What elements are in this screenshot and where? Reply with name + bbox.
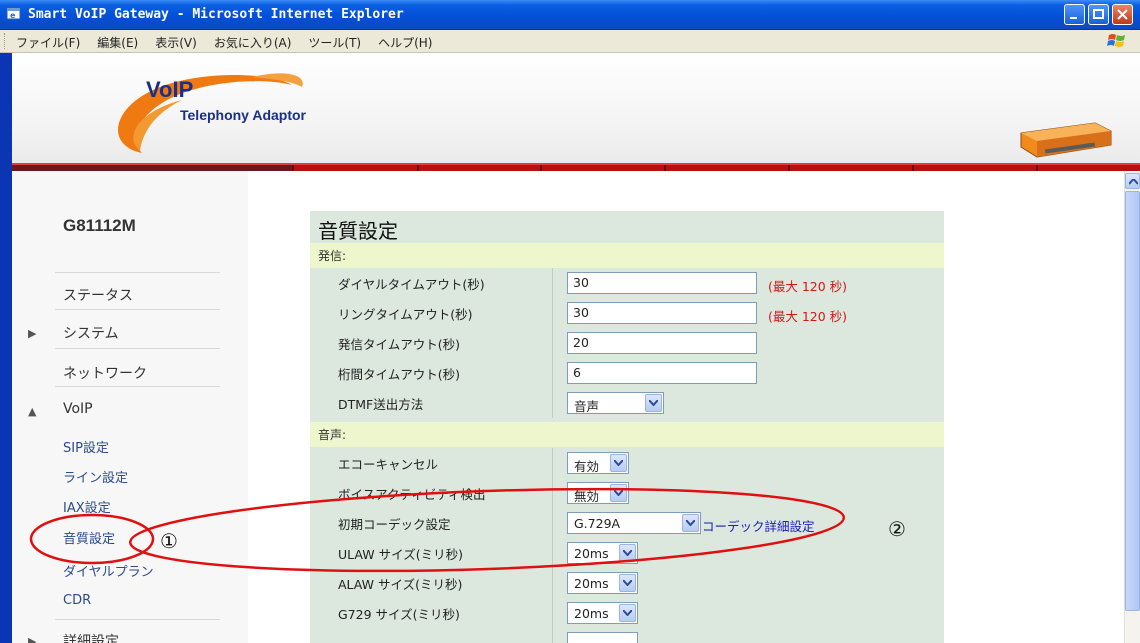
menu-bar: ファイル(F) 編集(E) 表示(V) お気に入り(A) ツール(T) ヘルプ(… xyxy=(0,30,1140,53)
expand-arrow-icon: ▶ xyxy=(28,635,37,643)
collapse-arrow-icon: ▲ xyxy=(28,405,37,418)
logo-title: VoIP xyxy=(146,77,194,102)
close-icon xyxy=(1117,9,1128,20)
default-codec-label: 初期コーデック設定 xyxy=(338,517,451,532)
menu-file[interactable]: ファイル(F) xyxy=(16,34,80,51)
minimize-button[interactable] xyxy=(1064,4,1085,25)
window-title: Smart VoIP Gateway - Microsoft Internet … xyxy=(28,7,404,22)
chevron-down-icon[interactable] xyxy=(610,454,627,472)
sidebar-subitem-iax[interactable]: IAX設定 xyxy=(63,497,111,516)
setting-row: DTMF送出方法 音声 xyxy=(310,388,944,418)
title-bar[interactable]: e Smart VoIP Gateway - Microsoft Interne… xyxy=(0,0,1140,30)
ring-timeout-input[interactable]: 30 xyxy=(567,302,757,324)
menu-edit[interactable]: 編集(E) xyxy=(97,34,138,51)
logo-subtitle: Telephony Adaptor xyxy=(180,107,306,123)
setting-row: ULAW サイズ(ミリ秒) 20ms xyxy=(310,538,944,568)
annotation-marker-1: ① xyxy=(160,529,178,553)
ulaw-size-select[interactable]: 20ms xyxy=(567,542,638,564)
setting-row xyxy=(310,628,944,643)
scroll-up-button[interactable] xyxy=(1125,173,1140,189)
chevron-down-icon[interactable] xyxy=(619,604,636,622)
sidebar-subitem-line[interactable]: ライン設定 xyxy=(63,467,128,486)
alaw-size-label: ALAW サイズ(ミリ秒) xyxy=(338,577,463,592)
codec-detail-link[interactable]: コーデック詳細設定 xyxy=(702,516,815,535)
maximize-button[interactable] xyxy=(1088,4,1109,25)
max-note: (最大 120 秒) xyxy=(768,279,848,294)
menu-help[interactable]: ヘルプ(H) xyxy=(378,34,432,51)
setting-row: 発信タイムアウト(秒) 20 xyxy=(310,328,944,358)
echo-cancel-label: エコーキャンセル xyxy=(338,457,439,472)
voip-logo: VoIP Telephony Adaptor xyxy=(102,55,362,165)
ulaw-size-label: ULAW サイズ(ミリ秒) xyxy=(338,547,463,562)
dtmf-label: DTMF送出方法 xyxy=(338,397,424,412)
dial-timeout-label: ダイヤルタイムアウト(秒) xyxy=(338,277,485,292)
windows-flag-icon xyxy=(1107,34,1125,47)
default-codec-select[interactable]: G.729A xyxy=(567,512,701,534)
annotation-marker-2: ② xyxy=(888,517,906,541)
menu-favorites[interactable]: お気に入り(A) xyxy=(214,34,292,51)
sidebar-item-system[interactable]: システム xyxy=(63,323,119,343)
max-note: (最大 120 秒) xyxy=(768,309,848,324)
dtmf-select[interactable]: 音声 xyxy=(567,392,664,414)
ring-timeout-label: リングタイムアウト(秒) xyxy=(338,307,473,322)
setting-row: ALAW サイズ(ミリ秒) 20ms xyxy=(310,568,944,598)
chevron-down-icon[interactable] xyxy=(619,574,636,592)
close-button[interactable] xyxy=(1112,4,1133,25)
sidebar-item-status[interactable]: ステータス xyxy=(63,285,133,305)
setting-row: エコーキャンセル 有効 xyxy=(310,448,944,478)
sidebar: G81112M ステータス ▶ システム ネットワーク ▲ VoIP SIP設定… xyxy=(12,171,248,643)
sidebar-subitem-cdr[interactable]: CDR xyxy=(63,593,91,608)
dial-timeout-input[interactable]: 30 xyxy=(567,272,757,294)
scroll-thumb[interactable] xyxy=(1125,191,1140,611)
menu-strip xyxy=(12,163,1140,171)
vertical-scrollbar[interactable] xyxy=(1124,171,1140,643)
g729-size-label: G729 サイズ(ミリ秒) xyxy=(338,607,460,622)
sidebar-item-network[interactable]: ネットワーク xyxy=(63,363,147,383)
section-header-voice: 音声: xyxy=(310,422,944,447)
alaw-size-select[interactable]: 20ms xyxy=(567,572,638,594)
svg-text:e: e xyxy=(10,11,16,20)
section-header-outgoing: 発信: xyxy=(310,243,944,268)
minimize-icon xyxy=(1070,17,1077,19)
setting-row: 桁間タイムアウト(秒) 6 xyxy=(310,358,944,388)
partial-select[interactable] xyxy=(567,632,638,643)
header-banner: VoIP Telephony Adaptor xyxy=(0,53,1140,171)
main-area: G81112M ステータス ▶ システム ネットワーク ▲ VoIP SIP設定… xyxy=(0,171,1124,643)
toolbar-grip[interactable] xyxy=(4,33,8,49)
chevron-up-icon xyxy=(1129,179,1138,185)
setting-row: 初期コーデック設定 G.729A コーデック詳細設定 xyxy=(310,508,944,538)
sidebar-subitem-sip[interactable]: SIP設定 xyxy=(63,437,109,456)
menu-view[interactable]: 表示(V) xyxy=(155,34,197,51)
page-title: 音質設定 xyxy=(318,219,398,243)
setting-row: G729 サイズ(ミリ秒) 20ms xyxy=(310,598,944,628)
chevron-down-icon[interactable] xyxy=(682,514,699,532)
chevron-down-icon[interactable] xyxy=(645,394,662,412)
interdigit-timeout-input[interactable]: 6 xyxy=(567,362,757,384)
g729-size-select[interactable]: 20ms xyxy=(567,602,638,624)
sidebar-item-voip[interactable]: VoIP xyxy=(63,401,93,417)
setting-row: リングタイムアウト(秒) 30 (最大 120 秒) xyxy=(310,298,944,328)
sidebar-subitem-dialplan[interactable]: ダイヤルプラン xyxy=(63,561,154,580)
sidebar-subitem-voice-quality[interactable]: 音質設定 xyxy=(63,528,115,547)
chevron-down-icon[interactable] xyxy=(610,484,627,502)
sidebar-item-advanced[interactable]: 詳細設定 xyxy=(63,631,119,643)
router-device-icon xyxy=(1020,122,1112,158)
setting-row: ボイスアクティビティ検出 無効 xyxy=(310,478,944,508)
vad-select[interactable]: 無効 xyxy=(567,482,629,504)
echo-cancel-select[interactable]: 有効 xyxy=(567,452,629,474)
expand-arrow-icon: ▶ xyxy=(28,327,37,340)
voice-quality-panel: 音質設定 発信: ダイヤルタイムアウト(秒) 30 (最大 120 秒) リング… xyxy=(310,211,944,643)
vad-label: ボイスアクティビティ検出 xyxy=(338,487,486,502)
device-name: G81112M xyxy=(63,216,136,235)
ie-icon: e xyxy=(6,7,21,20)
call-timeout-input[interactable]: 20 xyxy=(567,332,757,354)
chevron-down-icon[interactable] xyxy=(619,544,636,562)
maximize-icon xyxy=(1093,9,1104,19)
menu-tools[interactable]: ツール(T) xyxy=(308,34,361,51)
setting-row: ダイヤルタイムアウト(秒) 30 (最大 120 秒) xyxy=(310,268,944,298)
call-timeout-label: 発信タイムアウト(秒) xyxy=(338,337,461,352)
interdigit-timeout-label: 桁間タイムアウト(秒) xyxy=(338,367,461,382)
